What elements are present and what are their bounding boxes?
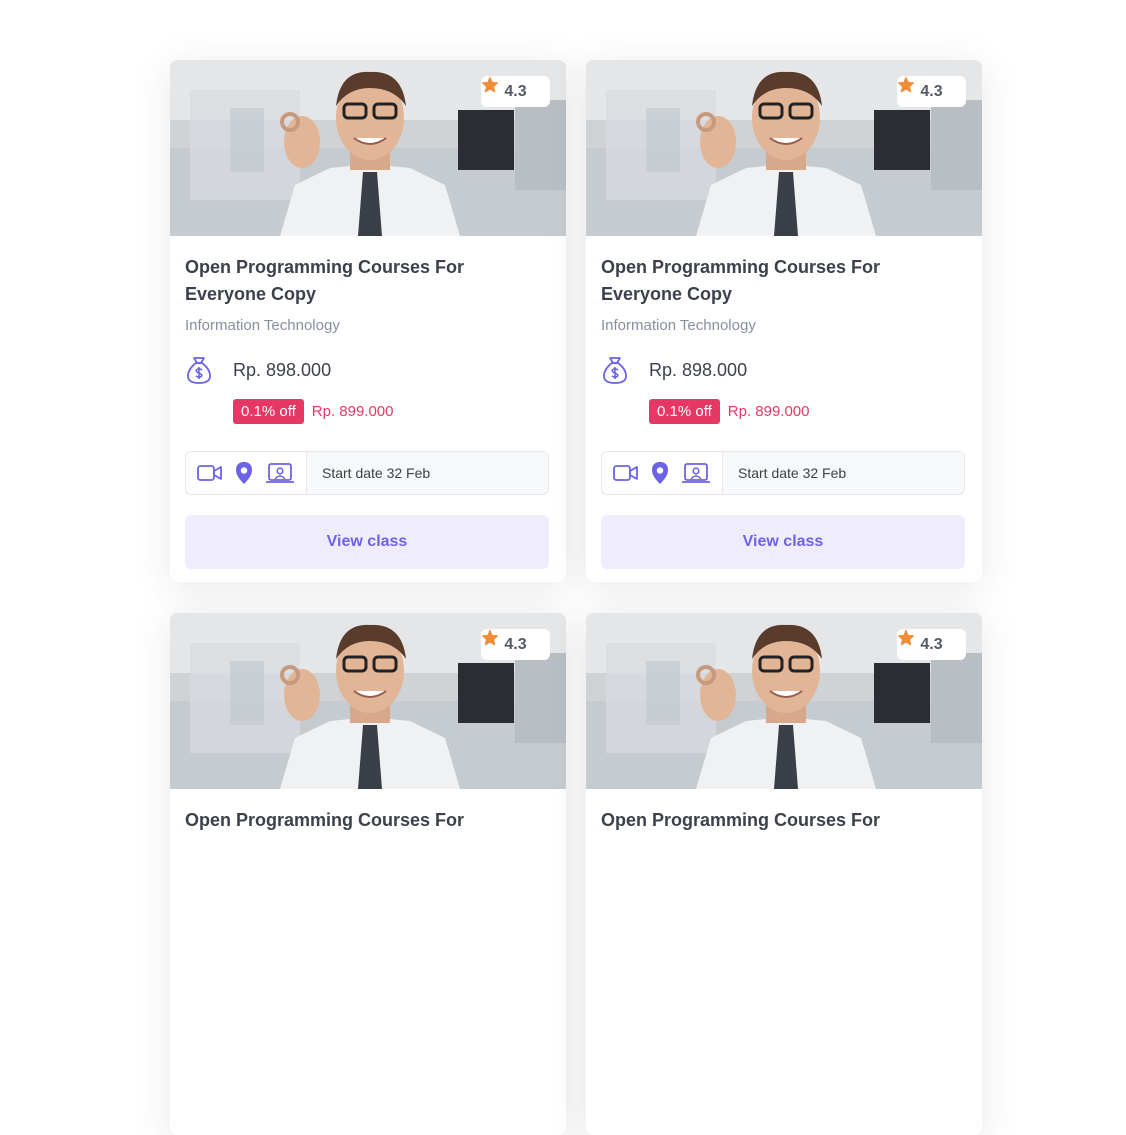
discount-row: 0.1% off Rp. 899.000 bbox=[233, 399, 550, 424]
course-thumbnail[interactable]: 4.3 bbox=[586, 613, 982, 789]
course-price: Rp. 898.000 bbox=[233, 359, 332, 380]
course-title[interactable]: Open Programming Courses For bbox=[601, 807, 921, 861]
classroom-icon bbox=[266, 463, 294, 483]
course-title[interactable]: Open Programming Courses For Everyone Co… bbox=[601, 254, 921, 308]
discount-badge: 0.1% off bbox=[649, 399, 720, 424]
view-class-button[interactable]: View class bbox=[601, 515, 965, 569]
course-category: Information Technology bbox=[601, 317, 756, 334]
price-row: Rp. 898.000 bbox=[185, 355, 550, 385]
discount-row: 0.1% off Rp. 899.000 bbox=[649, 399, 966, 424]
course-title[interactable]: Open Programming Courses For Everyone Co… bbox=[185, 254, 505, 308]
rating-badge: 4.3 bbox=[481, 629, 550, 660]
money-bag-icon bbox=[603, 357, 627, 384]
video-icon bbox=[197, 465, 222, 481]
course-title[interactable]: Open Programming Courses For bbox=[185, 807, 505, 861]
course-thumbnail[interactable]: 4.3 bbox=[170, 60, 566, 236]
class-info-box: Start date 32 Feb bbox=[601, 451, 965, 495]
rating-value: 4.3 bbox=[504, 635, 527, 653]
view-class-button[interactable]: View class bbox=[185, 515, 549, 569]
course-card[interactable]: 4.3 Open Programming Courses For bbox=[586, 613, 982, 1135]
delivery-mode-icons bbox=[186, 452, 307, 494]
course-card[interactable]: 4.3 Open Programming Courses For Everyon… bbox=[586, 60, 982, 582]
price-row: Rp. 898.000 bbox=[601, 355, 966, 385]
rating-value: 4.3 bbox=[920, 82, 943, 100]
course-card[interactable]: 4.3 Open Programming Courses For Everyon… bbox=[170, 60, 566, 582]
rating-value: 4.3 bbox=[920, 635, 943, 653]
star-icon bbox=[897, 76, 915, 93]
discount-badge: 0.1% off bbox=[233, 399, 304, 424]
location-pin-icon bbox=[236, 462, 252, 484]
star-icon bbox=[897, 629, 915, 646]
course-price: Rp. 898.000 bbox=[649, 359, 748, 380]
course-grid: 4.3 Open Programming Courses For Everyon… bbox=[170, 60, 982, 1135]
course-category: Information Technology bbox=[185, 317, 340, 334]
class-info-box: Start date 32 Feb bbox=[185, 451, 549, 495]
rating-value: 4.3 bbox=[504, 82, 527, 100]
rating-badge: 4.3 bbox=[897, 629, 966, 660]
course-card[interactable]: 4.3 Open Programming Courses For bbox=[170, 613, 566, 1135]
original-price: Rp. 899.000 bbox=[311, 403, 394, 420]
start-date: Start date 32 Feb bbox=[322, 465, 431, 481]
start-date: Start date 32 Feb bbox=[738, 465, 847, 481]
original-price: Rp. 899.000 bbox=[727, 403, 810, 420]
course-thumbnail[interactable]: 4.3 bbox=[170, 613, 566, 789]
star-icon bbox=[481, 76, 499, 93]
location-pin-icon bbox=[652, 462, 668, 484]
video-icon bbox=[613, 465, 638, 481]
delivery-mode-icons bbox=[602, 452, 723, 494]
rating-badge: 4.3 bbox=[481, 76, 550, 107]
classroom-icon bbox=[682, 463, 710, 483]
rating-badge: 4.3 bbox=[897, 76, 966, 107]
money-bag-icon bbox=[187, 357, 211, 384]
star-icon bbox=[481, 629, 499, 646]
course-thumbnail[interactable]: 4.3 bbox=[586, 60, 982, 236]
